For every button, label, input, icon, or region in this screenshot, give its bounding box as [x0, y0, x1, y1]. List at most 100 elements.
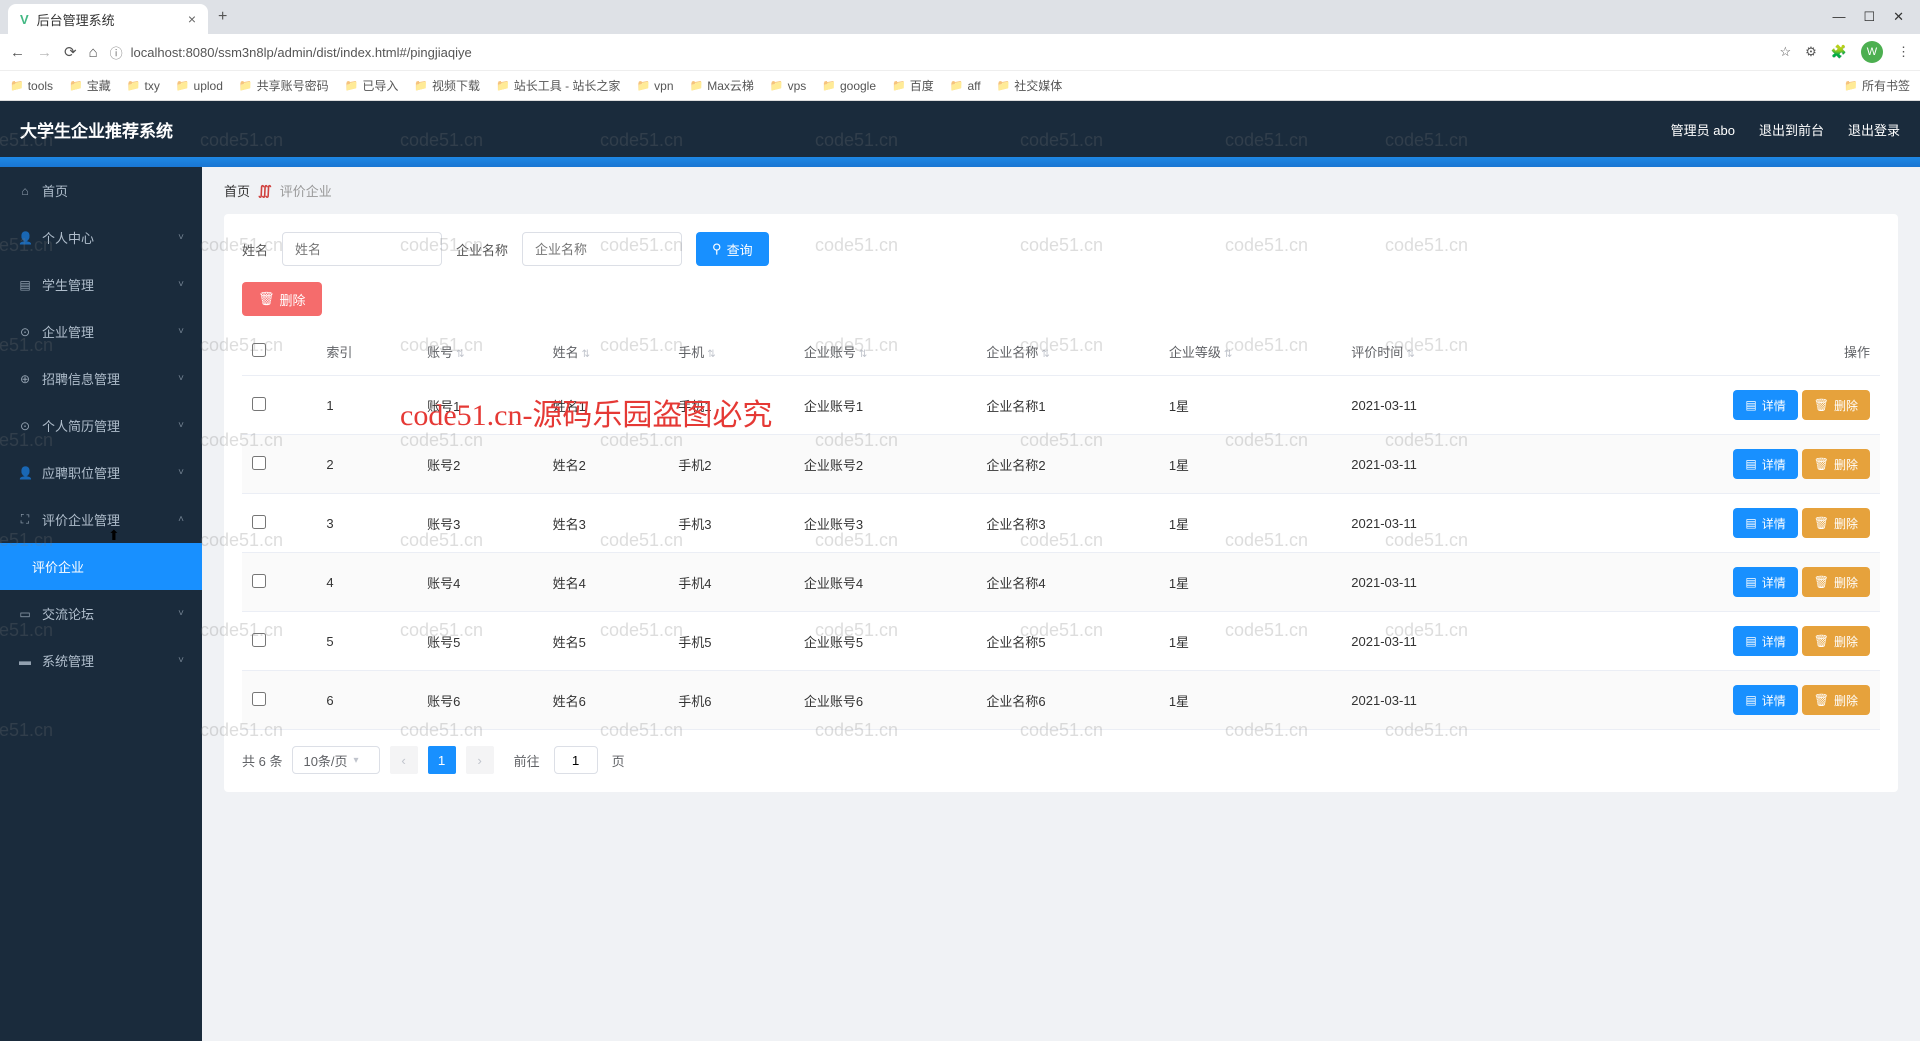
- detail-button[interactable]: ▤ 详情: [1733, 567, 1797, 597]
- sidebar-item[interactable]: 评价企业: [0, 543, 202, 590]
- row-checkbox[interactable]: [252, 692, 266, 706]
- col-header[interactable]: 账号⇅: [417, 328, 543, 376]
- goto-page-input[interactable]: [554, 746, 598, 774]
- page-size-select[interactable]: 10条/页 ▾: [292, 746, 379, 774]
- sidebar-item[interactable]: ⊕招聘信息管理˅: [0, 355, 202, 402]
- search-company-input[interactable]: [522, 232, 682, 266]
- cell: 2: [316, 435, 417, 494]
- bookmark-item[interactable]: google: [822, 79, 876, 93]
- bookmark-item[interactable]: vps: [770, 79, 806, 93]
- back-icon[interactable]: ←: [10, 44, 25, 61]
- bookmark-item[interactable]: 站长工具 - 站长之家: [496, 77, 620, 94]
- app-header: 大学生企业推荐系统 管理员 abo 退出到前台 退出登录: [0, 101, 1920, 157]
- row-delete-button[interactable]: 🗑 删除: [1802, 508, 1870, 538]
- col-header[interactable]: 企业账号⇅: [794, 328, 976, 376]
- col-header[interactable]: 企业名称⇅: [976, 328, 1158, 376]
- cell: 账号3: [417, 494, 543, 553]
- share-icon[interactable]: ☆: [1780, 44, 1792, 60]
- page-1-button[interactable]: 1: [428, 746, 456, 774]
- sidebar-item[interactable]: ⌂首页: [0, 167, 202, 214]
- bookmark-item[interactable]: 宝藏: [69, 77, 111, 94]
- detail-button[interactable]: ▤ 详情: [1733, 390, 1797, 420]
- next-page-button[interactable]: ›: [466, 746, 494, 774]
- sidebar-item[interactable]: ⊙企业管理˅: [0, 308, 202, 355]
- row-checkbox[interactable]: [252, 456, 266, 470]
- col-header[interactable]: 企业等级⇅: [1159, 328, 1341, 376]
- detail-button[interactable]: ▤ 详情: [1733, 508, 1797, 538]
- sidebar-item[interactable]: ▭交流论坛˅: [0, 590, 202, 637]
- bookmark-item[interactable]: tools: [10, 79, 53, 93]
- logout-link[interactable]: 退出登录: [1848, 120, 1900, 139]
- bookmark-item[interactable]: aff: [950, 79, 981, 93]
- row-checkbox[interactable]: [252, 633, 266, 647]
- bookmark-item[interactable]: uplod: [176, 79, 223, 93]
- header-user[interactable]: 管理员 abo: [1671, 120, 1735, 139]
- select-all-checkbox[interactable]: [252, 343, 266, 357]
- row-checkbox[interactable]: [252, 515, 266, 529]
- col-header[interactable]: 操作: [1528, 328, 1880, 376]
- col-header[interactable]: 评价时间⇅: [1341, 328, 1528, 376]
- url-input[interactable]: ⓘ localhost:8080/ssm3n8lp/admin/dist/ind…: [110, 43, 1768, 62]
- menu-icon[interactable]: ⋮: [1897, 44, 1910, 60]
- cell: 手机2: [668, 435, 794, 494]
- profile-avatar[interactable]: W: [1861, 41, 1883, 63]
- forward-icon[interactable]: →: [37, 44, 52, 61]
- row-delete-button[interactable]: 🗑 删除: [1802, 685, 1870, 715]
- cell-ops: ▤ 详情🗑 删除: [1528, 671, 1880, 730]
- logout-front-link[interactable]: 退出到前台: [1759, 120, 1824, 139]
- col-header[interactable]: 姓名⇅: [543, 328, 669, 376]
- row-delete-button[interactable]: 🗑 删除: [1802, 567, 1870, 597]
- bookmark-item[interactable]: 百度: [892, 77, 934, 94]
- address-bar: ← → ⟳ ⌂ ⓘ localhost:8080/ssm3n8lp/admin/…: [0, 34, 1920, 70]
- sidebar-icon: 👤: [18, 466, 32, 480]
- row-delete-button[interactable]: 🗑 删除: [1802, 449, 1870, 479]
- bookmark-item[interactable]: txy: [127, 79, 160, 93]
- close-window-icon[interactable]: ✕: [1893, 9, 1904, 25]
- row-checkbox[interactable]: [252, 574, 266, 588]
- home-icon[interactable]: ⌂: [89, 44, 98, 61]
- detail-button[interactable]: ▤ 详情: [1733, 449, 1797, 479]
- bulk-delete-button[interactable]: 🗑 删除: [242, 282, 322, 316]
- cell: 1星: [1159, 612, 1341, 671]
- maximize-icon[interactable]: ☐: [1863, 9, 1875, 25]
- sidebar-item[interactable]: ⊙个人简历管理˅: [0, 402, 202, 449]
- sort-icon: ⇅: [1041, 349, 1049, 360]
- minimize-icon[interactable]: —: [1832, 9, 1845, 25]
- row-delete-button[interactable]: 🗑 删除: [1802, 626, 1870, 656]
- bookmark-item[interactable]: 共享账号密码: [239, 77, 329, 94]
- bookmark-item[interactable]: 社交媒体: [997, 77, 1063, 94]
- sidebar-label: 交流论坛: [42, 604, 94, 623]
- breadcrumb-home[interactable]: 首页: [224, 181, 250, 200]
- sidebar-item[interactable]: ▬系统管理˅: [0, 637, 202, 684]
- sidebar-item[interactable]: 👤个人中心˅: [0, 214, 202, 261]
- browser-tab[interactable]: V 后台管理系统 ×: [8, 4, 208, 34]
- col-header[interactable]: 手机⇅: [668, 328, 794, 376]
- row-checkbox[interactable]: [252, 397, 266, 411]
- detail-button[interactable]: ▤ 详情: [1733, 626, 1797, 656]
- detail-button[interactable]: ▤ 详情: [1733, 685, 1797, 715]
- sidebar-label: 系统管理: [42, 651, 94, 670]
- puzzle-icon[interactable]: 🧩: [1831, 44, 1847, 60]
- col-header[interactable]: 索引: [316, 328, 417, 376]
- sidebar: ⌂首页👤个人中心˅▤学生管理˅⊙企业管理˅⊕招聘信息管理˅⊙个人简历管理˅👤应聘…: [0, 167, 202, 1041]
- bookmark-item[interactable]: 视频下载: [414, 77, 480, 94]
- reload-icon[interactable]: ⟳: [64, 43, 77, 61]
- close-icon[interactable]: ×: [188, 11, 196, 27]
- bookmark-item[interactable]: 已导入: [345, 77, 399, 94]
- row-delete-button[interactable]: 🗑 删除: [1802, 390, 1870, 420]
- sidebar-item[interactable]: 👤应聘职位管理˅: [0, 449, 202, 496]
- sidebar-item[interactable]: ⛶评价企业管理˄: [0, 496, 202, 543]
- prev-page-button[interactable]: ‹: [390, 746, 418, 774]
- cell: 3: [316, 494, 417, 553]
- bookmark-all[interactable]: 所有书签: [1844, 77, 1910, 94]
- content-panel: 姓名 企业名称 ⚲ 查询 🗑 删除 索引账号⇅姓名⇅手机⇅企业账号⇅企业名称⇅企…: [224, 214, 1898, 792]
- cell-ops: ▤ 详情🗑 删除: [1528, 612, 1880, 671]
- query-button[interactable]: ⚲ 查询: [696, 232, 769, 266]
- bookmark-item[interactable]: vpn: [636, 79, 673, 93]
- new-tab-button[interactable]: +: [208, 8, 237, 26]
- search-row: 姓名 企业名称 ⚲ 查询: [242, 232, 1880, 266]
- search-name-input[interactable]: [282, 232, 442, 266]
- extensions-icon[interactable]: ⚙: [1805, 44, 1817, 60]
- sidebar-item[interactable]: ▤学生管理˅: [0, 261, 202, 308]
- bookmark-item[interactable]: Max云梯: [690, 77, 754, 94]
